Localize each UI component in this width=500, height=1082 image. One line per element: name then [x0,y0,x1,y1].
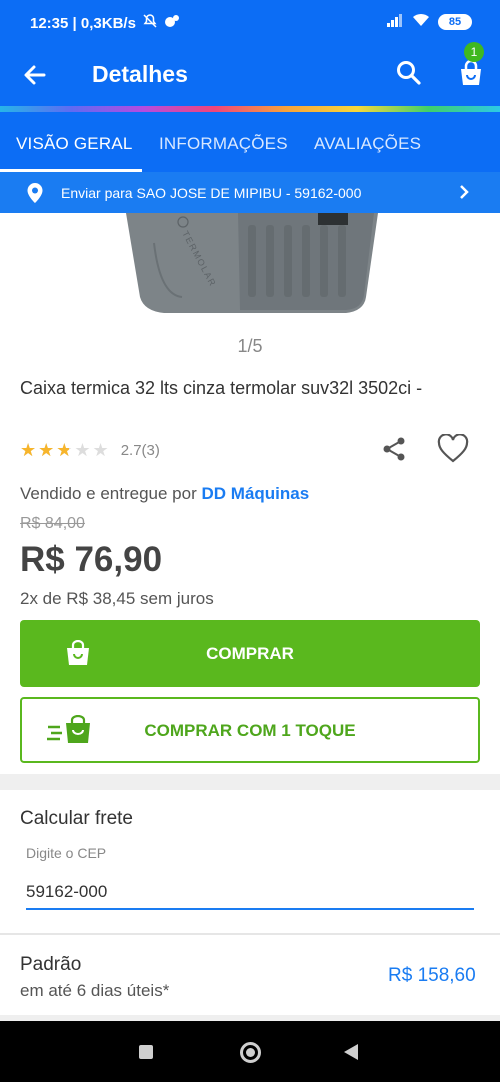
rating-score: 2.7(3) [120,442,160,459]
cep-input[interactable] [26,876,474,910]
location-pin-icon [26,182,44,204]
product-rating[interactable]: ★★★★★ ★★★★★ 2.7(3) [20,440,160,461]
signal-icon [386,13,404,31]
product-title: Caixa termica 32 lts cinza termolar suv3… [20,378,423,398]
seller-link[interactable]: DD Máquinas [202,484,310,503]
shipping-option-time: em até 6 dias úteis* [20,981,170,1000]
chevron-right-icon [456,184,472,200]
section-divider [0,933,500,935]
buy-one-touch-button[interactable]: COMPRAR COM 1 TOQUE [20,697,480,763]
mute-icon [142,13,158,33]
freight-title: Calcular frete [20,808,133,829]
buy-button-label: COMPRAR [206,644,294,663]
old-price: R$ 84,00 [20,515,85,532]
stars-filled: ★★★★★ [20,440,69,460]
rating-stars: ★★★★★ ★★★★★ [20,440,111,461]
section-divider [0,774,500,790]
product-image[interactable]: TERMOLAR [120,213,382,321]
tab-informacoes[interactable]: INFORMAÇÕES [159,134,288,154]
tabs-bar: VISÃO GERAL INFORMAÇÕES AVALIAÇÕES [0,112,500,172]
shipping-option-price: R$ 158,60 [388,965,476,986]
status-left: 12:35 | 0,3KB/s [30,13,180,33]
seller-info: Vendido e entregue por DD Máquinas [20,484,309,504]
tab-avaliacoes[interactable]: AVALIAÇÕES [314,134,421,154]
system-navigation-bar [0,1021,500,1082]
seller-prefix: Vendido e entregue por [20,484,197,503]
app-icon [164,13,180,33]
home-icon[interactable] [240,1042,261,1063]
status-time-speed: 12:35 | 0,3KB/s [30,14,136,32]
buy-button[interactable]: COMPRAR [20,620,480,687]
system-back-icon[interactable] [344,1044,358,1060]
search-icon[interactable] [394,58,424,88]
cep-label: Digite o CEP [26,845,107,861]
installments-info: 2x de R$ 38,45 sem juros [20,589,214,608]
shipping-destination-text: Enviar para SAO JOSE DE MIPIBU - 59162-0… [61,185,362,201]
page-title: Detalhes [92,61,188,87]
shipping-destination-bar[interactable]: Enviar para SAO JOSE DE MIPIBU - 59162-0… [0,172,500,213]
heart-icon[interactable] [437,433,469,464]
current-price: R$ 76,90 [20,540,163,579]
image-counter: 1/5 [237,336,263,356]
back-arrow-icon[interactable] [20,60,50,90]
shopping-bag-icon[interactable] [456,58,486,88]
share-icon[interactable] [380,435,408,463]
wifi-icon [412,13,430,31]
status-right: 85 [386,13,472,31]
tab-visao-geral[interactable]: VISÃO GERAL [16,134,133,154]
buy-one-touch-label: COMPRAR COM 1 TOQUE [144,721,356,740]
app-bar: Detalhes [0,44,500,106]
battery-icon: 85 [438,14,472,30]
recent-apps-icon[interactable] [139,1045,153,1059]
shipping-option-name: Padrão [20,954,82,975]
cart-count-badge: 1 [464,42,484,62]
status-bar: 12:35 | 0,3KB/s 85 [0,0,500,44]
